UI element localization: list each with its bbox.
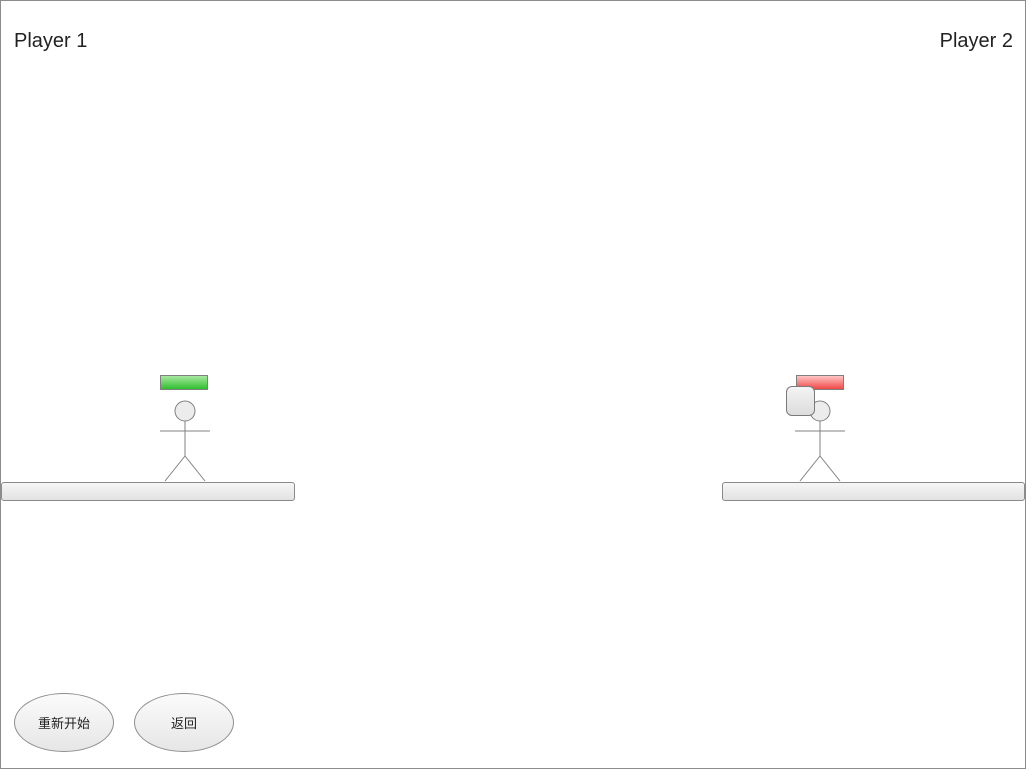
player-1-health-fill [161, 376, 207, 389]
player-1-health-bar [160, 375, 208, 390]
left-platform [1, 482, 295, 501]
player-2-label: Player 2 [939, 30, 1013, 52]
player-1-label: Player 1 [14, 30, 88, 52]
player-2-shield-icon [786, 386, 815, 416]
right-platform [722, 482, 1025, 501]
game-stage: Player 1 Player 2 重新开始 返回 [0, 0, 1026, 769]
back-button[interactable]: 返回 [134, 693, 234, 752]
player-1-stick-figure [160, 400, 210, 482]
restart-button[interactable]: 重新开始 [14, 693, 114, 752]
